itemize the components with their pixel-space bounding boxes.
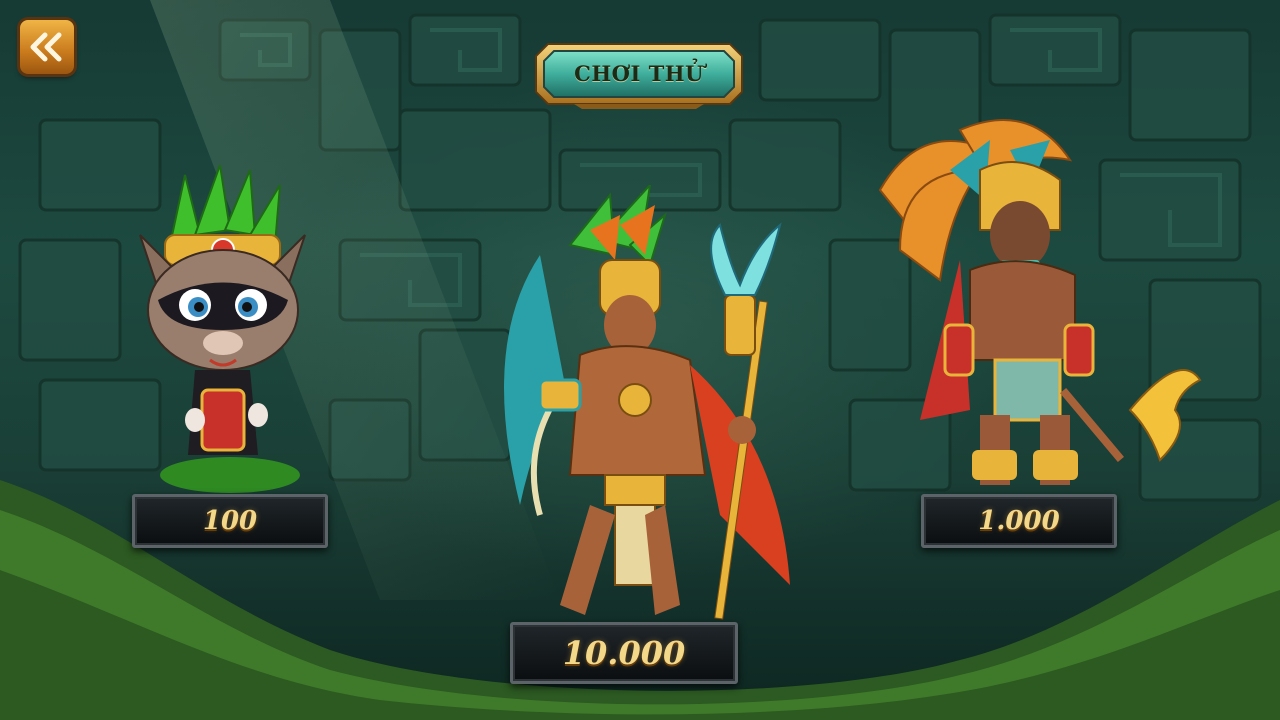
play-trial-button[interactable]: CHƠI THỬ (534, 42, 744, 110)
price-plate-aztec-chief[interactable]: 1.000 (921, 494, 1117, 548)
cat-warrior-figure (139, 165, 306, 493)
aztec-priest-figure (504, 185, 790, 620)
character-aztec-priest[interactable] (480, 185, 830, 630)
character-aztec-chief[interactable] (860, 110, 1220, 500)
aztec-chief-figure (878, 119, 1202, 485)
double-chevron-left-icon (30, 32, 62, 62)
price-plate-cat-warrior[interactable]: 100 (132, 494, 328, 548)
back-button[interactable] (20, 20, 74, 74)
play-trial-label: CHƠI THỬ (574, 60, 704, 86)
character-cat-warrior[interactable] (130, 165, 340, 495)
price-plate-aztec-priest[interactable]: 10.000 (510, 622, 738, 684)
